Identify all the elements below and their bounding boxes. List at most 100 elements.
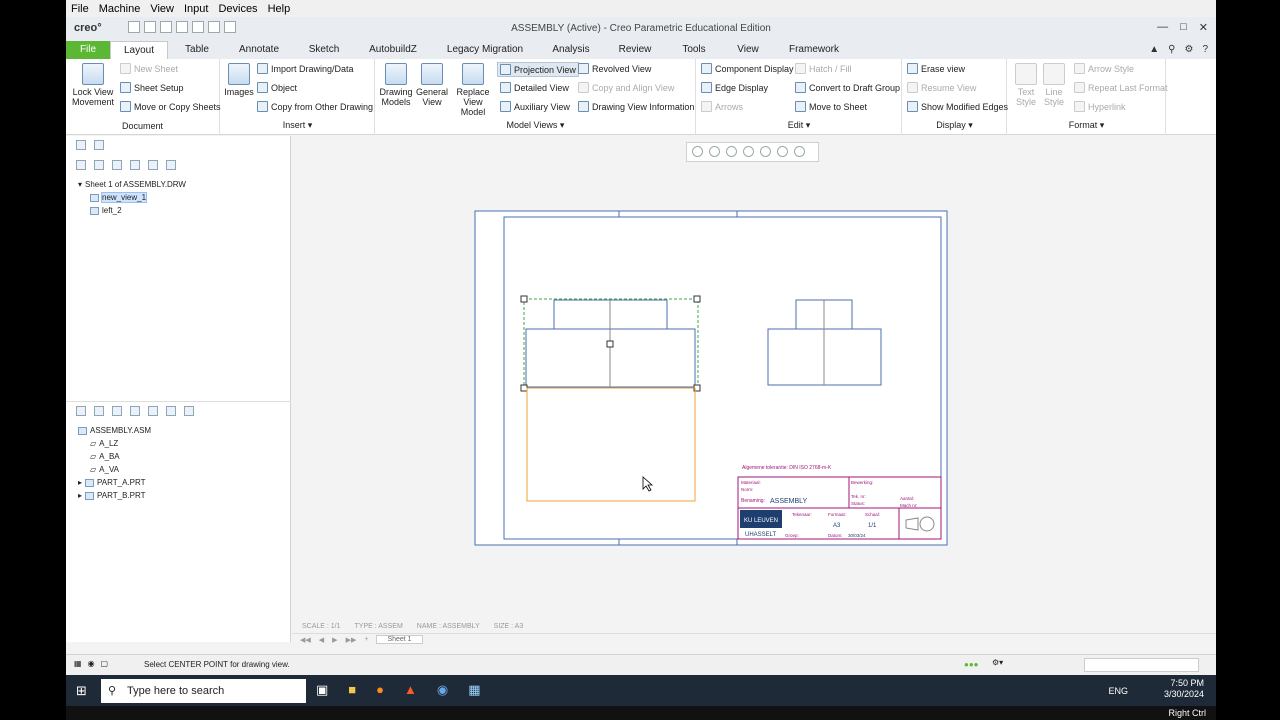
tree-show-icon[interactable]	[148, 160, 158, 170]
move-copy-sheets-button[interactable]: Move or Copy Sheets	[120, 101, 221, 112]
lock-view-movement-button[interactable]: Lock View Movement	[72, 63, 114, 107]
general-view-button[interactable]: General View	[414, 63, 450, 107]
layer-tree-icon[interactable]	[76, 140, 86, 150]
tab-table[interactable]: Table	[168, 41, 226, 59]
model-tree-item[interactable]: ▱ A_VA	[90, 465, 119, 474]
drawing-tree-icon[interactable]	[94, 140, 104, 150]
group-label-insert[interactable]: Insert ▾	[221, 120, 374, 131]
drag-handle[interactable]	[520, 384, 528, 392]
drag-handle[interactable]	[520, 295, 528, 303]
repeat-last-format-button[interactable]: Repeat Last Format	[1074, 82, 1168, 93]
prev-sheet-icon[interactable]: ◀	[319, 636, 324, 644]
drawing-tree-view[interactable]: new_view_1	[90, 192, 148, 203]
images-button[interactable]: Images	[224, 63, 254, 97]
tab-file[interactable]: File	[66, 41, 110, 59]
windows-start-icon[interactable]: ⊞	[76, 683, 87, 699]
firefox-icon[interactable]: ●	[376, 682, 384, 698]
next-sheet-icon[interactable]: ▶	[332, 636, 337, 644]
help-icon[interactable]: ?	[1202, 44, 1208, 55]
vm-menu-input[interactable]: Input	[179, 3, 213, 15]
tab-review[interactable]: Review	[602, 41, 668, 59]
tree-filter-icon[interactable]	[94, 406, 104, 416]
group-label-format[interactable]: Format ▾	[1008, 120, 1165, 131]
new-sheet-button[interactable]: New Sheet	[120, 63, 178, 74]
taskbar-search[interactable]: Type here to search	[101, 679, 306, 703]
model-tree-item[interactable]: ▸ PART_A.PRT	[78, 478, 145, 487]
arrows-button[interactable]: Arrows	[701, 101, 743, 112]
model-tree-item[interactable]: ▱ A_LZ	[90, 439, 118, 448]
tree-filter-icon[interactable]	[76, 160, 86, 170]
resume-view-button[interactable]: Resume View	[907, 82, 976, 93]
tree-settings-icon[interactable]	[94, 160, 104, 170]
navigator-toggle-icon[interactable]: ▦	[74, 659, 82, 668]
detailed-view-button[interactable]: Detailed View	[500, 82, 569, 93]
vm-menu-devices[interactable]: Devices	[213, 3, 262, 15]
drawing-tree-view[interactable]: left_2	[90, 206, 122, 215]
maximize-icon[interactable]: □	[1180, 21, 1187, 34]
component-display-button[interactable]: Component Display	[701, 63, 794, 74]
settings-icon[interactable]: ⚙	[1184, 44, 1193, 55]
convert-draft-group-button[interactable]: Convert to Draft Group	[795, 82, 900, 93]
graphics-area[interactable]: KU LEUVEN UHASSELT Algemene tolerantie: …	[292, 136, 1216, 642]
vm-menu-machine[interactable]: Machine	[94, 3, 146, 15]
tab-tools[interactable]: Tools	[668, 41, 720, 59]
selection-filter-icon[interactable]: ⚙▾	[992, 658, 1003, 667]
object-button[interactable]: Object	[257, 82, 297, 93]
edge-display-button[interactable]: Edge Display	[701, 82, 768, 93]
sheet-tab[interactable]: Sheet 1	[376, 635, 423, 644]
tab-view[interactable]: View	[720, 41, 776, 59]
task-view-icon[interactable]: ▣	[316, 682, 328, 698]
tab-annotate[interactable]: Annotate	[226, 41, 292, 59]
show-modified-edges-button[interactable]: Show Modified Edges	[907, 101, 1008, 112]
vm-menu-help[interactable]: Help	[263, 3, 296, 15]
globe-icon[interactable]: ◉	[437, 682, 448, 698]
drag-handle[interactable]	[606, 340, 614, 348]
move-to-sheet-button[interactable]: Move to Sheet	[795, 101, 867, 112]
drawing-tree-sheet[interactable]: ▾ Sheet 1 of ASSEMBLY.DRW	[78, 180, 186, 189]
search-icon[interactable]: ⚲	[1168, 44, 1175, 55]
tab-layout[interactable]: Layout	[110, 41, 168, 59]
drag-handle[interactable]	[693, 295, 701, 303]
import-drawing-button[interactable]: Import Drawing/Data	[257, 63, 354, 74]
close-icon[interactable]: ✕	[1199, 21, 1208, 34]
replace-view-model-button[interactable]: Replace View Model	[450, 63, 496, 117]
minimize-icon[interactable]: —	[1157, 21, 1168, 34]
sheet-setup-button[interactable]: Sheet Setup	[120, 82, 184, 93]
hatch-fill-button[interactable]: Hatch / Fill	[795, 63, 852, 74]
tab-legacy-migration[interactable]: Legacy Migration	[430, 41, 540, 59]
last-sheet-icon[interactable]: ▶▶	[346, 636, 357, 644]
hyperlink-button[interactable]: Hyperlink	[1074, 101, 1126, 112]
first-sheet-icon[interactable]: ◀◀	[300, 636, 311, 644]
expand-icon[interactable]: ▸	[78, 478, 82, 487]
tab-analysis[interactable]: Analysis	[540, 41, 602, 59]
file-explorer-icon[interactable]: ■	[348, 682, 356, 698]
erase-view-button[interactable]: Erase view	[907, 63, 965, 74]
drawing-models-button[interactable]: Drawing Models	[378, 63, 414, 107]
group-label-edit[interactable]: Edit ▾	[697, 120, 901, 131]
tab-framework[interactable]: Framework	[776, 41, 852, 59]
tab-autobuildz[interactable]: AutobuildZ	[356, 41, 430, 59]
revolved-view-button[interactable]: Revolved View	[578, 63, 651, 74]
copy-align-view-button[interactable]: Copy and Align View	[578, 82, 674, 93]
tree-columns-icon[interactable]	[112, 160, 122, 170]
projection-view-button[interactable]: Projection View	[497, 62, 579, 77]
fullscreen-icon[interactable]: ▢	[101, 659, 109, 668]
add-sheet-icon[interactable]: +	[364, 636, 368, 643]
clock-date[interactable]: 3/30/2024	[1164, 689, 1204, 700]
collapse-ribbon-icon[interactable]: ▲	[1149, 44, 1159, 55]
browser-toggle-icon[interactable]: ◉	[88, 659, 95, 668]
line-style-button[interactable]: Line Style	[1040, 63, 1068, 107]
language-indicator[interactable]: ENG	[1108, 686, 1128, 697]
auxiliary-view-button[interactable]: Auxiliary View	[500, 101, 570, 112]
tree-show-icon[interactable]	[166, 406, 176, 416]
text-style-button[interactable]: Text Style	[1012, 63, 1040, 107]
tree-expand-icon[interactable]	[148, 406, 158, 416]
tree-layers-icon[interactable]	[184, 406, 194, 416]
tree-columns-icon[interactable]	[130, 406, 140, 416]
group-label-model-views[interactable]: Model Views ▾	[376, 120, 695, 131]
model-tree-item[interactable]: ▸ PART_B.PRT	[78, 491, 145, 500]
model-tree-item[interactable]: ▱ A_BA	[90, 452, 120, 461]
expand-icon[interactable]: ▸	[78, 491, 82, 500]
tree-expand-icon[interactable]	[130, 160, 140, 170]
selection-filter-dropdown[interactable]	[1084, 658, 1199, 672]
